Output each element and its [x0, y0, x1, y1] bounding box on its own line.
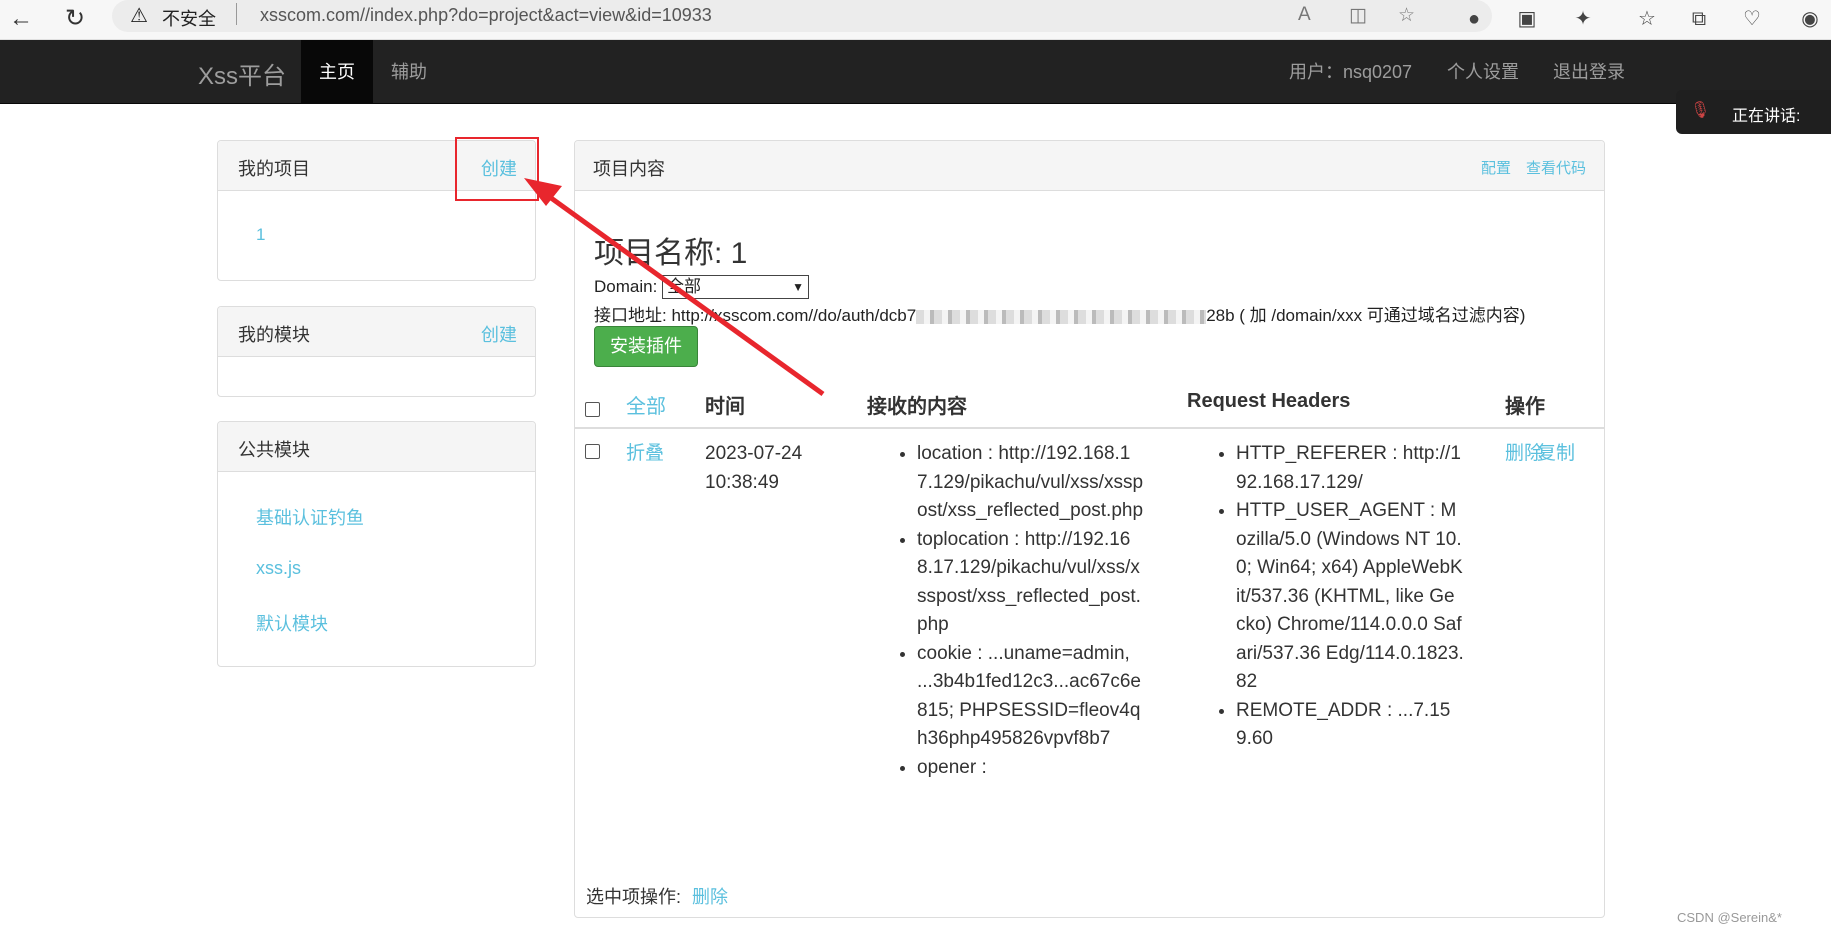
brand-logo[interactable]: Xss平台: [198, 56, 286, 91]
read-aloud-icon[interactable]: A: [1298, 4, 1311, 26]
col-header-time: 时间: [705, 396, 745, 418]
collections-icon[interactable]: ⧉: [1685, 5, 1713, 33]
view-code-link[interactable]: 查看代码: [1526, 157, 1586, 178]
browser-toolbar: ← ↻ ⚠ 不安全 xsscom.com//index.php?do=proje…: [0, 0, 1831, 40]
select-all-checkbox[interactable]: [585, 402, 600, 417]
row-time: 2023-07-24 10:38:49: [705, 440, 825, 497]
create-module-link[interactable]: 创建: [481, 321, 517, 347]
split-screen-icon[interactable]: ◫: [1349, 4, 1367, 27]
install-plugin-button[interactable]: 安装插件: [594, 326, 698, 367]
muted-mic-icon: 🎙: [1690, 102, 1711, 119]
header-item: HTTP_USER_AGENT : Mozilla/5.0 (Windows N…: [1236, 497, 1464, 697]
back-icon[interactable]: ←: [6, 4, 36, 34]
public-modules-panel: 公共模块 基础认证钓鱼 xss.js 默认模块: [217, 421, 536, 667]
panel-header: 项目内容 配置 查看代码: [575, 141, 1604, 191]
received-content: location : http://192.168.17.129/pikachu…: [895, 440, 1145, 782]
nav-home[interactable]: 主页: [301, 40, 373, 104]
speaking-label: 正在讲话:: [1732, 108, 1801, 125]
refresh-icon[interactable]: ↻: [60, 4, 90, 34]
header-item: REMOTE_ADDR : ...7.159.60: [1236, 697, 1464, 754]
copy-row-link[interactable]: 复制: [1505, 440, 1575, 469]
highlight-box: [455, 137, 539, 201]
extension-icon[interactable]: ▣: [1513, 5, 1541, 33]
row-checkbox[interactable]: [585, 444, 600, 459]
project-link[interactable]: 1: [256, 225, 265, 245]
my-modules-panel: 我的模块 创建: [217, 306, 536, 397]
health-icon[interactable]: ♡: [1738, 5, 1766, 33]
col-header-content: 接收的内容: [867, 396, 967, 418]
fold-link[interactable]: 折叠: [626, 440, 664, 469]
col-header-actions: 操作: [1505, 396, 1545, 418]
divider: [236, 3, 237, 25]
panel-title: 我的项目: [238, 159, 310, 179]
table-divider: [575, 427, 1604, 429]
logout-link[interactable]: 退出登录: [1535, 40, 1643, 104]
settings-link[interactable]: 个人设置: [1429, 40, 1537, 104]
module-link[interactable]: 默认模块: [256, 610, 328, 636]
warning-icon: ⚠: [130, 5, 148, 27]
url-text[interactable]: xsscom.com//index.php?do=project&act=vie…: [260, 5, 712, 26]
domain-select-value: 全部: [667, 277, 701, 296]
content-item: opener :: [917, 754, 1145, 783]
request-headers: HTTP_REFERER : http://192.168.17.129/ HT…: [1214, 440, 1464, 754]
api-suffix: 28b ( 加 /domain/xxx 可通过域名过滤内容): [1206, 306, 1526, 325]
speaking-indicator: 🎙 正在讲话:: [1676, 90, 1831, 134]
user-label[interactable]: 用户：nsq0207: [1271, 40, 1430, 104]
panel-title: 公共模块: [238, 440, 310, 460]
panel-header: 我的模块 创建: [218, 307, 535, 357]
domain-label: Domain:: [594, 277, 658, 296]
module-link[interactable]: 基础认证钓鱼: [256, 504, 364, 530]
delete-selected-link[interactable]: 删除: [692, 887, 728, 907]
copy-row-text[interactable]: 复制: [1537, 443, 1575, 464]
favorite-star-icon[interactable]: ☆: [1398, 4, 1415, 27]
top-navbar: Xss平台 主页 辅助 用户：nsq0207 个人设置 退出登录: [0, 40, 1831, 104]
api-prefix: 接口地址: http://xsscom.com//do/auth/dcb7: [594, 306, 917, 325]
redacted-blur: [916, 309, 1207, 324]
extension-icon[interactable]: ●: [1460, 5, 1488, 33]
puzzle-icon[interactable]: ✦: [1569, 5, 1597, 33]
content-item: cookie : ...uname=admin, ...3b4b1fed12c3…: [917, 640, 1145, 754]
module-link[interactable]: xss.js: [256, 558, 301, 579]
favorites-icon[interactable]: ☆: [1633, 5, 1661, 33]
col-header-request-headers: Request Headers: [1187, 390, 1351, 412]
panel-header: 公共模块: [218, 422, 535, 472]
profile-avatar-icon[interactable]: ◉: [1796, 5, 1824, 33]
domain-select[interactable]: 全部 ▼: [662, 275, 809, 299]
select-all-link[interactable]: 全部: [626, 390, 666, 419]
nav-assist[interactable]: 辅助: [373, 40, 445, 104]
configure-link[interactable]: 配置: [1481, 157, 1511, 178]
address-bar[interactable]: ⚠ 不安全 xsscom.com//index.php?do=project&a…: [112, 0, 1492, 32]
header-item: HTTP_REFERER : http://192.168.17.129/: [1236, 440, 1464, 497]
selected-ops-label: 选中项操作:: [586, 887, 682, 907]
watermark: CSDN @Serein&*: [1677, 910, 1782, 925]
content-item: location : http://192.168.17.129/pikachu…: [917, 440, 1145, 526]
panel-title: 我的模块: [238, 325, 310, 345]
selected-ops: 选中项操作: 删除: [586, 883, 728, 909]
insecure-label: 不安全: [162, 9, 216, 29]
chevron-down-icon: ▼: [792, 280, 804, 294]
content-item: toplocation : http://192.168.17.129/pika…: [917, 526, 1145, 640]
panel-title: 项目内容: [593, 159, 665, 179]
time-text: 2023-07-24 10:38:49: [705, 443, 803, 493]
api-address: 接口地址: http://xsscom.com//do/auth/dcb7 28b…: [594, 301, 1525, 326]
project-name: 项目名称: 1: [594, 237, 748, 270]
